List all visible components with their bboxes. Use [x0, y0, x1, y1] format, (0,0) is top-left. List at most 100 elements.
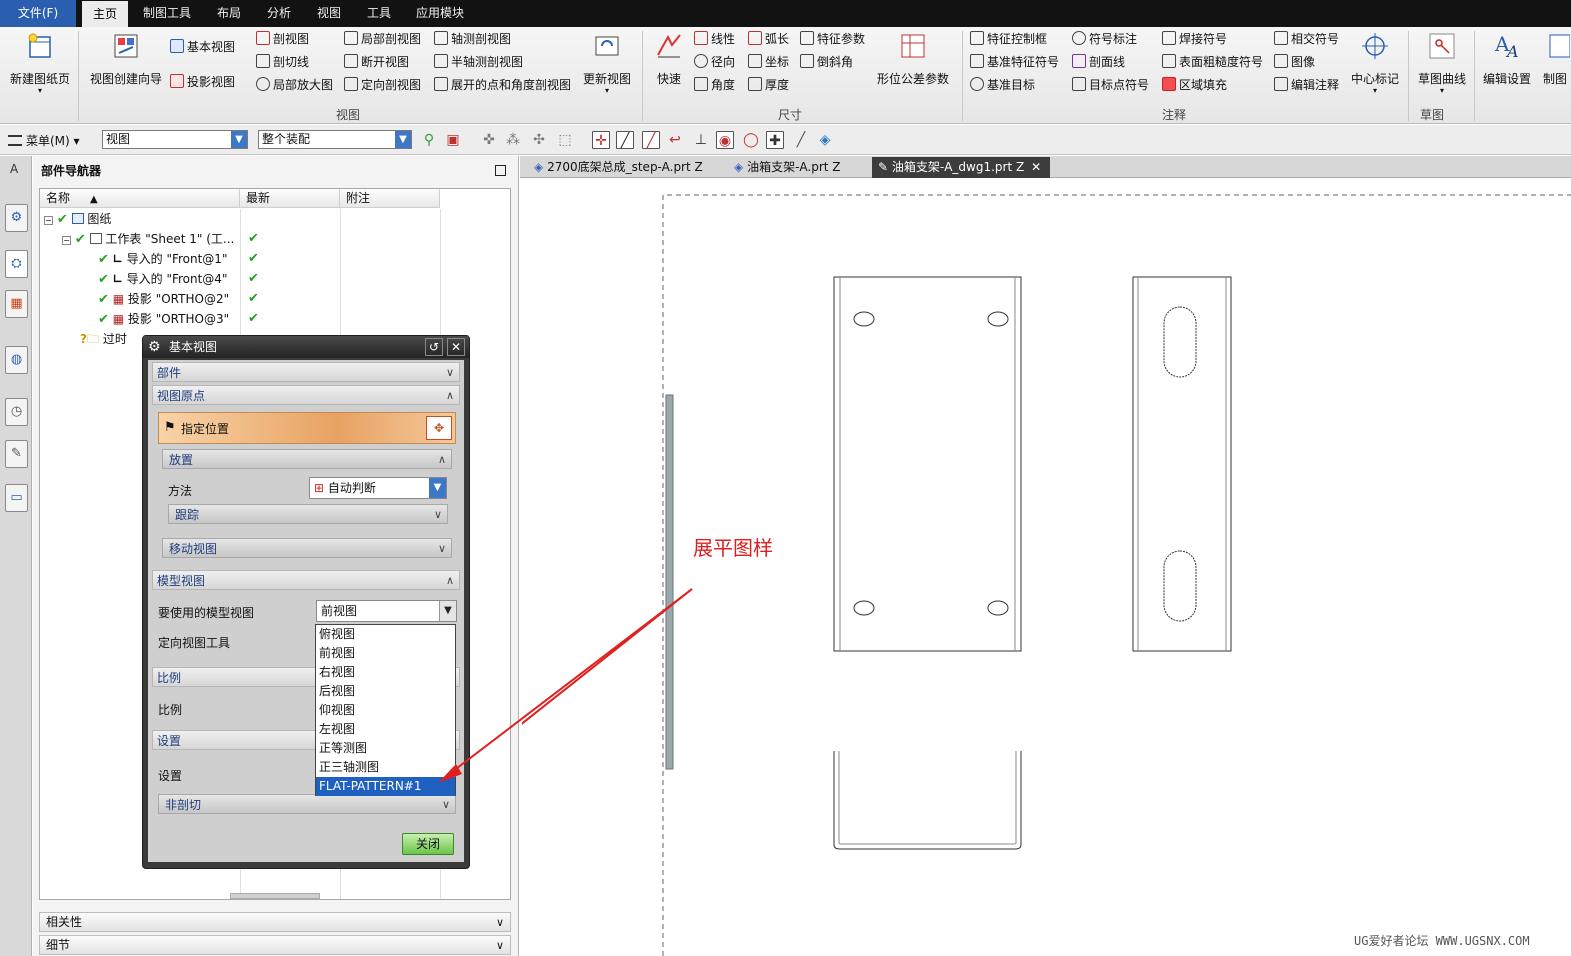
column-header-comment[interactable]: 附注: [340, 189, 440, 208]
arc-length-button[interactable]: 弧长: [748, 29, 789, 49]
roles-icon[interactable]: ▭: [5, 484, 28, 512]
tree-node-ortho2[interactable]: ✔ ▦ 投影 "ORTHO@2": [98, 289, 229, 309]
assembly-navigator-icon[interactable]: ⚙: [5, 204, 28, 232]
select-all-icon[interactable]: ▣: [444, 131, 462, 149]
intersection-symbol-button[interactable]: 相交符号: [1274, 29, 1339, 49]
symbol-callout-button[interactable]: 符号标注: [1072, 29, 1137, 49]
doc-tab-assembly[interactable]: ◈ 2700底架总成_step-A.prt Z: [528, 157, 724, 178]
close-button[interactable]: 关闭: [402, 833, 454, 855]
column-header-uptodate[interactable]: 最新: [240, 189, 340, 208]
snap-endpoint-icon[interactable]: ⁂: [504, 131, 522, 149]
column-header-name[interactable]: 名称 ▲: [40, 189, 240, 208]
tree-node-outdated[interactable]: ?🗀 过时: [80, 329, 127, 349]
maximize-icon[interactable]: [495, 165, 506, 176]
snap-line-icon[interactable]: ╱: [616, 131, 634, 149]
radial-dim-button[interactable]: 径向: [694, 52, 735, 72]
tab-analysis[interactable]: 分析: [256, 0, 302, 27]
dependencies-panel[interactable]: 相关性 ∨: [39, 912, 511, 932]
details-panel[interactable]: 细节 ∨: [39, 935, 511, 955]
selection-scope-combo[interactable]: 整个装配 ▼: [258, 130, 412, 149]
snap-midpoint-icon[interactable]: ✣: [530, 131, 548, 149]
option-back-view[interactable]: 后视图: [316, 682, 455, 701]
tree-node-front4[interactable]: ✔ ∟ 导入的 "Front@4": [98, 269, 227, 289]
section-model-view[interactable]: 模型视图 ∧: [152, 570, 460, 590]
tree-node-drawing[interactable]: − ✔ 图纸: [44, 209, 111, 229]
section-non-section[interactable]: 非剖切 ∨: [158, 794, 456, 814]
unfolded-section-button[interactable]: 展开的点和角度剖视图: [434, 75, 571, 95]
reuse-library-icon[interactable]: ▦: [5, 290, 28, 318]
method-dropdown[interactable]: ⊞ 自动判断 ▼: [309, 477, 447, 499]
option-bottom-view[interactable]: 仰视图: [316, 701, 455, 720]
break-out-section-button[interactable]: 局部剖视图: [344, 29, 421, 49]
image-button[interactable]: 图像: [1274, 52, 1315, 72]
tab-view[interactable]: 视图: [306, 0, 352, 27]
option-top-view[interactable]: 俯视图: [316, 625, 455, 644]
center-mark-button[interactable]: 中心标记 ▾: [1348, 31, 1402, 95]
collapse-icon[interactable]: −: [44, 216, 53, 225]
doc-tab-bracket[interactable]: ◈ 油箱支架-A.prt Z: [728, 157, 868, 178]
linear-dim-button[interactable]: 线性: [694, 29, 735, 49]
snap-existing-point-icon[interactable]: ✚: [766, 131, 784, 149]
snap-intersect-icon[interactable]: ╱: [642, 131, 660, 149]
tab-drafting-tools[interactable]: 制图工具: [134, 0, 200, 27]
angle-dim-button[interactable]: 角度: [694, 75, 735, 95]
detail-view-button[interactable]: 局部放大图: [256, 75, 333, 95]
option-right-view[interactable]: 右视图: [316, 663, 455, 682]
menu-button[interactable]: 菜单(M) ▾: [8, 132, 80, 149]
close-icon[interactable]: ✕: [447, 338, 465, 356]
base-view-button[interactable]: 基本视图: [170, 37, 235, 57]
tab-tools[interactable]: 工具: [356, 0, 402, 27]
model-view-dropdown[interactable]: 前视图 ▼: [316, 600, 457, 622]
cursor-location-icon[interactable]: ✥: [426, 416, 452, 440]
view-wizard-button[interactable]: 视图创建向导: [86, 31, 166, 87]
section-placement[interactable]: 放置 ∧: [162, 449, 452, 469]
history-icon[interactable]: ◷: [5, 398, 28, 426]
tab-application[interactable]: 应用模块: [406, 0, 474, 27]
tab-layout[interactable]: 布局: [206, 0, 252, 27]
snap-control-point-icon[interactable]: ✛: [592, 131, 610, 149]
target-point-symbol-button[interactable]: 目标点符号: [1072, 75, 1149, 95]
thickness-dim-button[interactable]: 厚度: [748, 75, 789, 95]
section-tracking[interactable]: 跟踪 ∨: [168, 504, 448, 524]
option-isometric[interactable]: 正等测图: [316, 739, 455, 758]
collapse-icon[interactable]: −: [62, 236, 71, 245]
broken-view-button[interactable]: 断开视图: [344, 52, 409, 72]
axial-section-button[interactable]: 轴测剖视图: [434, 29, 511, 49]
datum-target-button[interactable]: 基准目标: [970, 75, 1035, 95]
option-left-view[interactable]: 左视图: [316, 720, 455, 739]
option-trimetric[interactable]: 正三轴测图: [316, 758, 455, 777]
tree-node-ortho3[interactable]: ✔ ▦ 投影 "ORTHO@3": [98, 309, 229, 329]
type-filter-combo[interactable]: 视图 ▼: [102, 130, 248, 149]
specify-location-row[interactable]: ⚑ 指定位置 ✥: [158, 412, 456, 444]
snap-perpendicular-icon[interactable]: ⊥: [692, 131, 710, 149]
projected-view-button[interactable]: 投影视图: [170, 72, 235, 92]
section-part[interactable]: 部件 ∨: [152, 362, 460, 382]
hatch-button[interactable]: 剖面线: [1072, 52, 1125, 72]
close-icon[interactable]: ✕: [1031, 160, 1041, 174]
gdt-params-button[interactable]: 形位公差参数: [874, 31, 952, 87]
area-fill-button[interactable]: 区域填充: [1162, 75, 1227, 95]
section-line-button[interactable]: 剖切线: [256, 52, 309, 72]
tab-home[interactable]: 主页: [82, 1, 128, 27]
system-materials-icon[interactable]: ✎: [5, 440, 28, 468]
feature-params-button[interactable]: 特征参数: [800, 29, 865, 49]
edit-annotation-button[interactable]: 编辑注释: [1274, 75, 1339, 95]
tab-file[interactable]: 文件(F): [0, 0, 76, 27]
new-sheet-button[interactable]: 新建图纸页 ▾: [6, 31, 74, 95]
section-view-origin[interactable]: 视图原点 ∧: [152, 385, 460, 405]
filter-icon[interactable]: ⚲: [420, 131, 438, 149]
gear-icon[interactable]: ⚙: [148, 336, 161, 358]
snap-face-icon[interactable]: ◈: [816, 131, 834, 149]
horizontal-scrollbar[interactable]: [230, 893, 320, 899]
update-view-button[interactable]: 更新视图 ▾: [578, 31, 636, 95]
surface-finish-button[interactable]: 表面粗糙度符号: [1162, 52, 1263, 72]
drawing-canvas[interactable]: 展平图样 UG爱好者论坛 WWW.UGSNX.COM: [522, 179, 1571, 956]
box-select-icon[interactable]: ⬚: [556, 131, 574, 149]
option-flat-pattern[interactable]: FLAT-PATTERN#1: [316, 777, 455, 796]
half-axial-section-button[interactable]: 半轴测剖视图: [434, 52, 523, 72]
snap-arc-icon[interactable]: ↩: [666, 131, 684, 149]
web-browser-icon[interactable]: ◍: [5, 346, 28, 374]
drafting-button[interactable]: 制图: [1540, 31, 1570, 87]
option-front-view[interactable]: 前视图: [316, 644, 455, 663]
doc-tab-bracket-drawing[interactable]: ✎ 油箱支架-A_dwg1.prt Z ✕: [872, 157, 1050, 178]
